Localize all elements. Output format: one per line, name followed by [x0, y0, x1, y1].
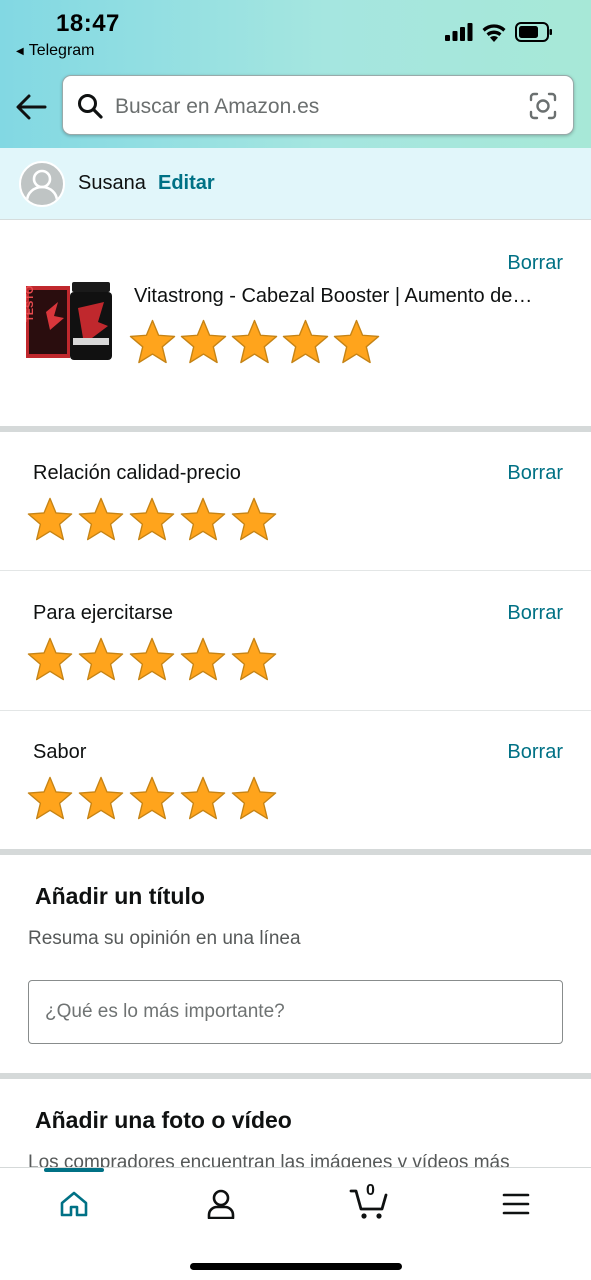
star-icon[interactable]: [179, 636, 227, 684]
star-icon[interactable]: [128, 636, 176, 684]
nav-menu[interactable]: [491, 1184, 541, 1224]
star-icon[interactable]: [179, 318, 228, 367]
star-icon[interactable]: [26, 775, 74, 823]
bottom-navigation: 0: [0, 1167, 591, 1280]
clear-flavor-rating-button[interactable]: Borrar: [507, 741, 563, 764]
section-divider: [0, 849, 591, 855]
star-icon[interactable]: [77, 636, 125, 684]
nav-account[interactable]: [196, 1184, 246, 1224]
value-star-rating[interactable]: [26, 496, 278, 544]
product-title: Vitastrong - Cabezal Booster | Aumento d…: [134, 285, 534, 307]
star-icon[interactable]: [179, 775, 227, 823]
product-image-label: TESTO BOOSTER: [26, 282, 36, 322]
star-icon[interactable]: [77, 496, 125, 544]
add-title-subtitle: Resuma su opinión en una línea: [28, 928, 301, 949]
user-name: Susana: [78, 172, 146, 194]
header: 18:47 ◀ Telegram Buscar en Amazon.es: [0, 0, 591, 148]
row-divider: [0, 570, 591, 571]
star-icon[interactable]: [26, 636, 74, 684]
wifi-icon: [482, 23, 506, 42]
section-divider: [0, 426, 591, 432]
product-image: TESTO BOOSTER: [24, 228, 112, 362]
star-icon[interactable]: [230, 775, 278, 823]
add-title-heading: Añadir un título: [35, 883, 205, 909]
clear-exercise-rating-button[interactable]: Borrar: [507, 602, 563, 625]
clear-value-rating-button[interactable]: Borrar: [507, 462, 563, 485]
rating-label-value: Relación calidad-precio: [33, 462, 241, 484]
star-icon[interactable]: [128, 496, 176, 544]
star-icon[interactable]: [128, 775, 176, 823]
home-indicator: [190, 1263, 402, 1270]
account-icon: [207, 1189, 235, 1219]
edit-profile-link[interactable]: Editar: [158, 172, 215, 195]
back-triangle-icon: ◀: [16, 45, 24, 57]
avatar: [19, 161, 65, 207]
active-tab-indicator: [44, 1168, 104, 1172]
star-icon[interactable]: [230, 636, 278, 684]
star-icon[interactable]: [77, 775, 125, 823]
rating-label-exercise: Para ejercitarse: [33, 602, 174, 624]
back-arrow-icon[interactable]: [14, 91, 48, 123]
user-bar: Susana Editar: [0, 148, 591, 220]
overall-star-rating[interactable]: [128, 318, 381, 367]
battery-icon: [515, 22, 552, 42]
camera-scan-icon[interactable]: [529, 92, 557, 120]
status-time: 18:47: [56, 10, 120, 37]
status-icons: [445, 22, 553, 42]
cellular-signal-icon: [445, 23, 473, 41]
add-photo-heading: Añadir una foto o vídeo: [35, 1107, 292, 1133]
section-divider: [0, 1073, 591, 1079]
rating-label-flavor: Sabor: [33, 741, 87, 763]
clear-overall-rating-button[interactable]: Borrar: [507, 252, 563, 275]
star-icon[interactable]: [128, 318, 177, 367]
search-bar[interactable]: Buscar en Amazon.es: [62, 75, 574, 135]
cart-count: 0: [366, 1182, 375, 1199]
star-icon[interactable]: [230, 318, 279, 367]
home-icon: [60, 1191, 88, 1217]
star-icon[interactable]: [281, 318, 330, 367]
person-icon: [25, 169, 59, 202]
menu-icon: [502, 1193, 530, 1215]
flavor-star-rating[interactable]: [26, 775, 278, 823]
star-icon[interactable]: [179, 496, 227, 544]
row-divider: [0, 710, 591, 711]
back-to-app-link[interactable]: ◀ Telegram: [16, 42, 95, 60]
search-icon: [78, 94, 103, 119]
search-placeholder: Buscar en Amazon.es: [115, 95, 320, 118]
exercise-star-rating[interactable]: [26, 636, 278, 684]
star-icon[interactable]: [332, 318, 381, 367]
back-app-label: Telegram: [28, 42, 95, 59]
review-title-input[interactable]: [28, 980, 563, 1044]
star-icon[interactable]: [26, 496, 74, 544]
nav-home[interactable]: [49, 1184, 99, 1224]
star-icon[interactable]: [230, 496, 278, 544]
